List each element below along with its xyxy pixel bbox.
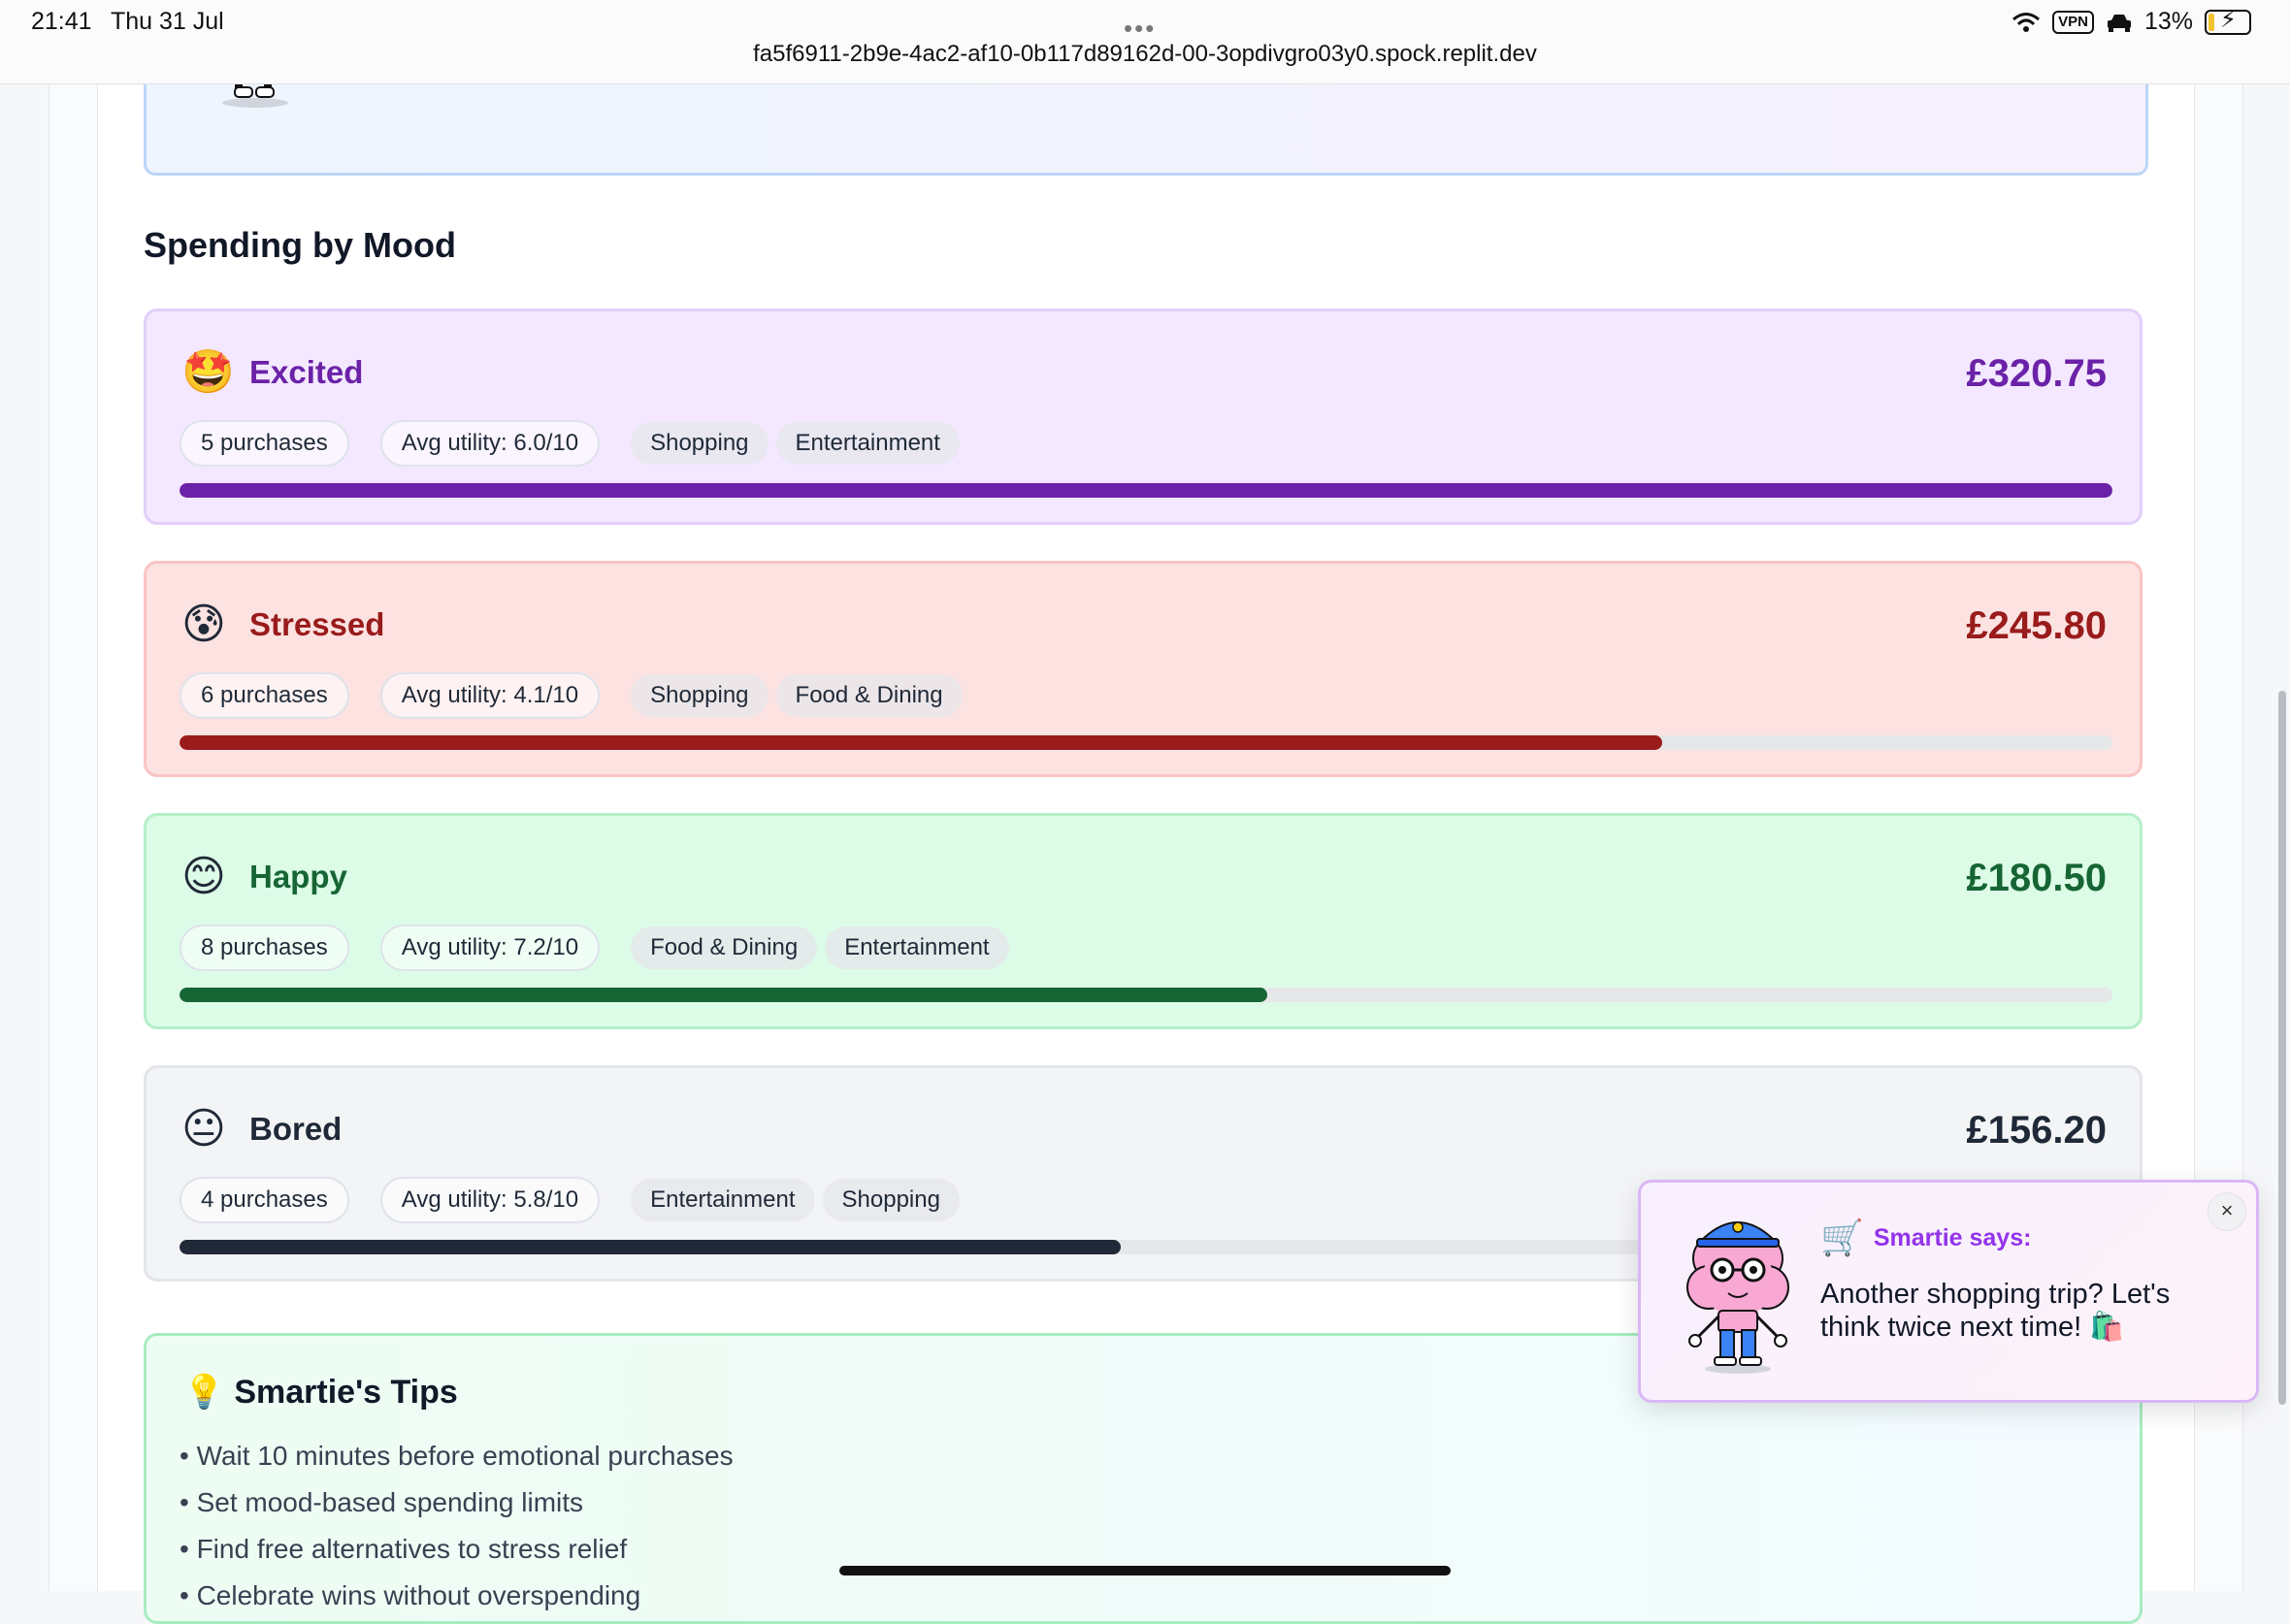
status-indicators: VPN 13% ⚡ <box>2012 7 2251 36</box>
mood-amount: £320.75 <box>1966 352 2107 395</box>
purchases-badge: 4 purchases <box>180 1177 349 1223</box>
tips-list: • Wait 10 minutes before emotional purch… <box>180 1433 734 1619</box>
vpn-badge: VPN <box>2052 10 2094 34</box>
status-bar: 21:41 Thu 31 Jul ••• fa5f6911-2b9e-4ac2-… <box>0 0 2290 84</box>
avg-utility-badge: Avg utility: 7.2/10 <box>379 925 601 971</box>
address-bar-url[interactable]: fa5f6911-2b9e-4ac2-af10-0b117d89162d-00-… <box>0 41 2290 68</box>
home-indicator[interactable] <box>839 1566 1451 1575</box>
car-icon <box>2107 14 2131 32</box>
mood-name: Bored <box>249 1111 343 1147</box>
spending-bar-fill <box>180 735 1662 750</box>
smartie-popup: × 🛒 Smartie says: Another shopping trip?… <box>1638 1180 2259 1403</box>
purchases-badge: 6 purchases <box>180 672 349 719</box>
section-title: Spending by Mood <box>144 225 456 265</box>
wifi-icon <box>2012 12 2041 32</box>
mood-amount: £180.50 <box>1966 857 2107 899</box>
tips-title: Smartie's Tips <box>234 1373 458 1411</box>
avg-utility-badge: Avg utility: 6.0/10 <box>379 420 601 467</box>
close-button[interactable]: × <box>2208 1192 2246 1231</box>
spending-bar-fill <box>180 483 2112 498</box>
category-tag: Entertainment <box>825 926 1009 969</box>
mood-card-0[interactable]: 🤩 Excited £320.75 5 purchases Avg utility: 6… <box>144 309 2143 525</box>
purchases-badge: 8 purchases <box>180 925 349 971</box>
category-tag: Entertainment <box>775 422 960 465</box>
category-tag: Food & Dining <box>775 674 963 717</box>
avg-utility-badge: Avg utility: 5.8/10 <box>379 1177 601 1223</box>
mood-card-2[interactable]: 😊 Happy £180.50 8 purchases Avg utility: 7.2… <box>144 813 2143 1029</box>
tip-item: • Celebrate wins without overspending <box>180 1580 641 1610</box>
mood-chips: 6 purchases Avg utility: 4.1/10 Shopping Fo… <box>180 672 970 719</box>
mood-chips: 4 purchases Avg utility: 5.8/10 Entertainm… <box>180 1177 967 1223</box>
category-tag: Shopping <box>822 1179 960 1221</box>
avg-utility-badge: Avg utility: 4.1/10 <box>379 672 601 719</box>
purchases-badge: 5 purchases <box>180 420 349 467</box>
tip-item: • Set mood-based spending limits <box>180 1487 584 1517</box>
battery-icon: ⚡ <box>2205 7 2251 35</box>
category-tag: Shopping <box>631 422 769 465</box>
status-time: 21:41 <box>31 8 92 35</box>
popup-message: Another shopping trip? Let's think twice… <box>1820 1279 2171 1343</box>
mood-name: Excited <box>249 354 364 390</box>
spending-bar-track <box>180 483 2112 498</box>
scrollbar[interactable] <box>2278 691 2286 1405</box>
spending-bar-track <box>180 735 2112 750</box>
mood-chips: 5 purchases Avg utility: 6.0/10 Shopping En… <box>180 420 967 467</box>
mood-emoji-icon: 😊 <box>181 853 226 900</box>
tip-item: • Find free alternatives to stress relie… <box>180 1534 628 1564</box>
mood-card-1[interactable]: 😰 Stressed £245.80 6 purchases Avg utility: … <box>144 561 2143 777</box>
tip-item: • Wait 10 minutes before emotional purch… <box>180 1441 734 1471</box>
spending-bar-fill <box>180 1240 1121 1254</box>
mood-amount: £245.80 <box>1966 604 2107 647</box>
smartie-mascot-icon <box>1686 1221 1789 1374</box>
spending-bar-fill <box>180 988 1267 1002</box>
mood-emoji-icon: 🤩 <box>181 348 235 396</box>
battery-percent: 13% <box>2143 8 2193 35</box>
spending-bar-track <box>180 988 2112 1002</box>
category-tag: Shopping <box>631 674 769 717</box>
shopping-cart-icon: 🛒 <box>1820 1218 1864 1257</box>
mood-emoji-icon: 😐 <box>181 1105 226 1153</box>
mood-chips: 8 purchases Avg utility: 7.2/10 Food & Din… <box>180 925 1017 971</box>
category-tag: Food & Dining <box>631 926 818 969</box>
status-date: Thu 31 Jul <box>111 8 224 35</box>
mood-amount: £156.20 <box>1966 1109 2107 1152</box>
more-dots-icon[interactable]: ••• <box>1124 14 1156 44</box>
popup-title: Smartie says: <box>1873 1223 2032 1251</box>
mood-name: Happy <box>249 859 347 894</box>
lightbulb-icon: 💡 <box>183 1374 225 1411</box>
category-tag: Entertainment <box>631 1179 815 1221</box>
mood-emoji-icon: 😰 <box>181 601 226 648</box>
mood-name: Stressed <box>249 606 385 642</box>
